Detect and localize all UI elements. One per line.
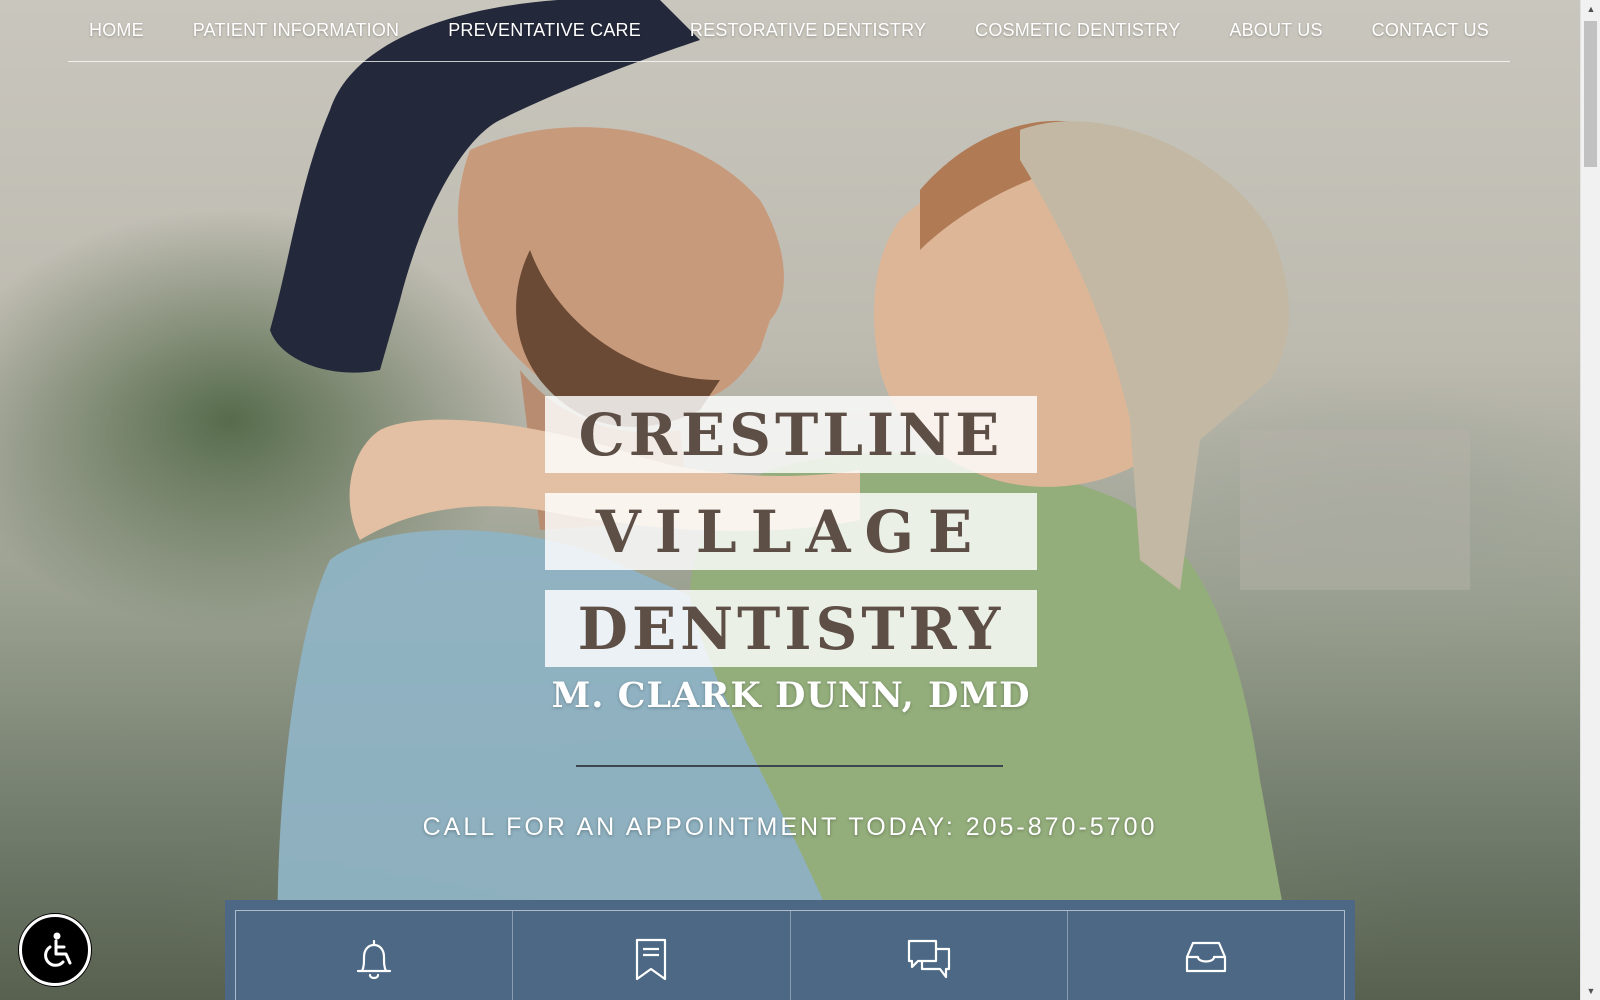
bookmark-icon — [636, 938, 667, 981]
appointment-call-to-action: CALL FOR AN APPOINTMENT TODAY: 205-870-5… — [0, 813, 1580, 842]
chat-bubbles-icon — [907, 939, 950, 979]
scroll-up-arrow-icon[interactable]: ▲ — [1581, 0, 1600, 18]
scroll-down-arrow-icon[interactable]: ▼ — [1581, 982, 1600, 1000]
page-scrollbar[interactable]: ▲ ▼ — [1580, 0, 1600, 1000]
nav-home[interactable]: HOME — [89, 20, 144, 41]
nav-restorative-dentistry[interactable]: RESTORATIVE DENTISTRY — [690, 20, 926, 41]
logo-doctor-name: M. CLARK DUNN, DMD — [551, 675, 1031, 716]
quick-link-bookmark[interactable] — [513, 911, 791, 1000]
logo-line-dentistry: DENTISTRY — [545, 590, 1037, 667]
quick-links-grid — [235, 910, 1345, 1000]
nav-about-us[interactable]: ABOUT US — [1229, 20, 1322, 41]
bell-icon — [357, 939, 392, 980]
quick-link-inbox[interactable] — [1068, 911, 1344, 1000]
scroll-thumb[interactable] — [1584, 21, 1597, 167]
nav-preventative-care[interactable]: PREVENTATIVE CARE — [448, 20, 641, 41]
nav-cosmetic-dentistry[interactable]: COSMETIC DENTISTRY — [975, 20, 1180, 41]
quick-link-notifications[interactable] — [236, 911, 514, 1000]
wheelchair-accessibility-icon — [44, 932, 72, 967]
main-navigation: HOME PATIENT INFORMATION PREVENTATIVE CA… — [68, 0, 1510, 62]
quick-links-bar — [225, 900, 1355, 1000]
inbox-tray-icon — [1185, 941, 1226, 973]
nav-contact-us[interactable]: CONTACT US — [1372, 20, 1489, 41]
hero-divider — [576, 765, 1003, 767]
appointment-phone-text[interactable]: CALL FOR AN APPOINTMENT TODAY: 205-870-5… — [423, 813, 1158, 841]
accessibility-button[interactable] — [19, 914, 91, 986]
practice-logo[interactable]: CRESTLINE VILLAGE DENTISTRY M. CLARK DUN… — [545, 396, 1037, 716]
quick-link-chat[interactable] — [791, 911, 1068, 1000]
logo-line-village: VILLAGE — [545, 493, 1037, 570]
hero-banner: HOME PATIENT INFORMATION PREVENTATIVE CA… — [0, 0, 1580, 1000]
nav-patient-information[interactable]: PATIENT INFORMATION — [193, 20, 399, 41]
logo-line-crestline: CRESTLINE — [545, 396, 1037, 473]
